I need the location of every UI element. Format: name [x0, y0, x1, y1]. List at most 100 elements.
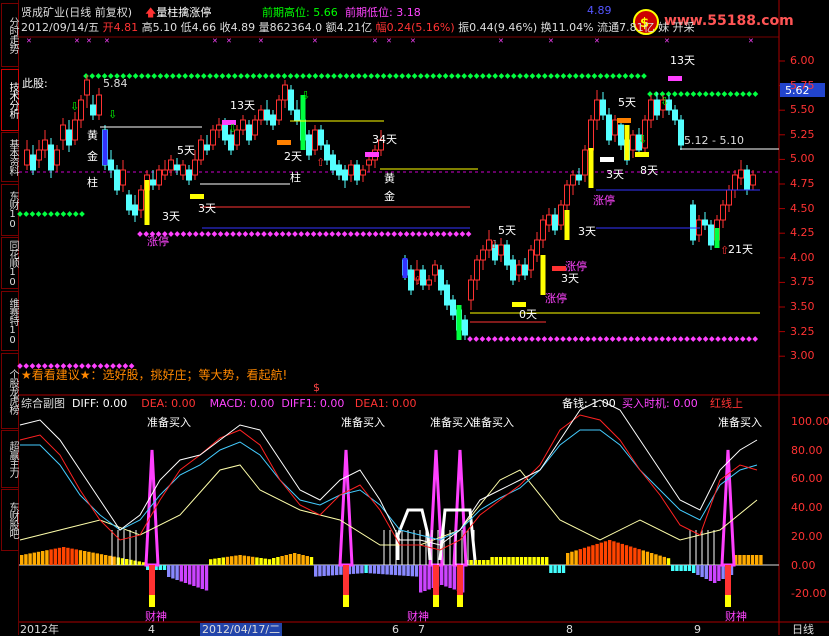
macd-bar — [53, 548, 57, 565]
support-dot — [442, 73, 449, 79]
day-count-label: 3天 — [162, 210, 180, 223]
candle-body — [108, 159, 114, 171]
macd-bar — [305, 556, 309, 565]
macd-bar — [498, 557, 503, 565]
support-dot — [560, 73, 567, 79]
resistance-dot — [310, 231, 317, 237]
period-label[interactable]: 日线 — [792, 623, 814, 636]
macd-bar — [708, 565, 713, 581]
support-dot — [132, 73, 139, 79]
macd-bar — [95, 553, 99, 565]
arrow-icon: ⇩ — [228, 122, 238, 135]
resistance-dot — [292, 231, 298, 237]
resistance-dot — [174, 231, 181, 237]
bar-tail: 妹 — [658, 21, 670, 34]
macd-bar — [633, 547, 637, 565]
candle-body — [306, 134, 312, 156]
range-label: 5.12 - 5.10 — [684, 134, 744, 147]
day-count-label: 5天 — [618, 96, 636, 109]
support-dot — [169, 73, 176, 79]
candle-body — [72, 119, 78, 141]
candle-body — [522, 264, 528, 276]
support-dot — [690, 91, 697, 97]
macd-bar — [314, 565, 318, 577]
macd-bar — [553, 565, 557, 573]
candle-body — [360, 169, 366, 176]
high-price-label: 5.84 — [103, 77, 128, 90]
macd-bar — [62, 547, 66, 565]
macd-bar — [444, 565, 448, 587]
signal-candle — [300, 95, 306, 150]
limit-up-label: 涨停 — [545, 292, 567, 305]
macd-bar — [603, 541, 608, 565]
macd-bar — [574, 550, 578, 565]
cross-marker-icon: ✕ — [258, 37, 264, 45]
resistance-dot — [516, 336, 523, 342]
support-dot — [54, 211, 61, 217]
price-grid — [779, 60, 785, 357]
red-line-label: 红线上 — [710, 397, 743, 410]
chart-canvas[interactable]: 5.62 4.89 — [0, 0, 829, 635]
candle-body — [540, 219, 546, 241]
support-dot — [548, 73, 554, 79]
spike-base — [433, 565, 439, 595]
resistance-dot — [677, 336, 684, 342]
resistance-dot — [752, 336, 759, 342]
macd-bar — [125, 559, 129, 565]
macd-bar — [700, 565, 704, 577]
macd-bar — [49, 549, 53, 565]
indicator-axis-label: 100.00 — [791, 415, 829, 428]
candle-body — [246, 124, 252, 141]
support-dot — [603, 73, 610, 79]
resistance-dot — [434, 231, 441, 237]
price-axis-label: 4.50 — [790, 201, 815, 215]
resistance-dot — [603, 336, 610, 342]
macd-bar — [385, 565, 389, 575]
resistance-dot — [529, 336, 535, 342]
signal-candle — [144, 180, 150, 225]
candle-body — [450, 299, 456, 316]
support-dot — [225, 73, 232, 79]
macd-bar — [74, 549, 78, 565]
diff1-value: DIFF1: 0.00 — [281, 397, 345, 410]
macd-bar — [532, 557, 536, 565]
price-axis-label: 5.00 — [790, 152, 815, 166]
resistance-dot — [205, 231, 212, 237]
signal-candle — [102, 130, 108, 165]
candle-body — [354, 164, 360, 181]
caishen-label: 财神 — [407, 610, 429, 623]
candle-body — [750, 174, 756, 186]
candle-body — [156, 169, 162, 186]
resistance-dot — [347, 231, 354, 237]
macd-bar — [213, 558, 217, 565]
resistance-dot — [628, 336, 635, 342]
signal-candle — [624, 125, 630, 160]
limit-up-label: 涨停 — [593, 194, 615, 207]
support-dot — [498, 73, 505, 79]
support-dot — [337, 73, 344, 79]
indicator-name[interactable]: 综合副图 — [21, 397, 65, 410]
macd-bar — [616, 542, 620, 565]
support-dot — [182, 73, 189, 79]
macd-bar — [272, 558, 276, 565]
candle-body — [186, 169, 192, 181]
support-dot — [647, 91, 653, 97]
candle-body — [438, 269, 444, 291]
price-axis-label: 5.25 — [790, 127, 815, 141]
macd-bar — [620, 543, 624, 565]
macd-bar — [742, 555, 746, 565]
candle-body — [294, 109, 300, 121]
resistance-dot — [684, 336, 690, 342]
candle-body — [630, 134, 636, 151]
price-axis-label: 4.75 — [790, 177, 815, 190]
support-dot — [83, 73, 89, 79]
macd-bar — [372, 565, 377, 574]
time-cursor-date: 2012/04/17/二 — [200, 623, 283, 636]
candle-body — [54, 149, 60, 166]
macd-bar — [545, 557, 549, 565]
resistance-dot — [298, 231, 305, 237]
bar-volume: 量862364.0 — [258, 21, 323, 34]
resistance-dot — [378, 231, 385, 237]
candle-body — [84, 79, 90, 96]
macd-bar — [528, 557, 532, 565]
